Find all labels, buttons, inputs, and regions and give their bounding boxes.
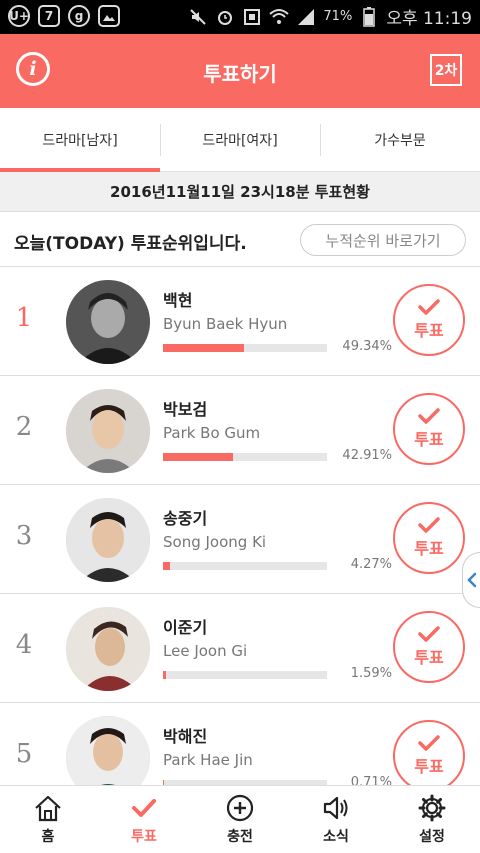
clock: 오후 11:19 [386,9,472,29]
home-icon [35,795,61,821]
vote-button[interactable]: 투표 [393,393,465,465]
vote-button-label: 투표 [414,430,444,449]
rank-number: 1 [15,303,33,333]
vote-progress-bar [163,344,327,352]
speaker-icon [323,796,348,819]
g-app-icon: g [68,5,90,27]
uplus-icon: U+ [8,5,30,27]
tab-drama-female[interactable]: 드라마[여자] [160,108,320,171]
nav-home-label: 홈 [41,828,55,845]
vote-button-label: 투표 [414,757,444,776]
nav-news[interactable]: 소식 [288,786,384,853]
vote-button-label: 투표 [414,321,444,340]
vote-button-label: 투표 [414,539,444,558]
candidate-row: 3 송중기 Song Joong Ki 4.27% 투표 [0,485,480,594]
ranking-title: 오늘(TODAY) 투표순위입니다. [14,234,247,254]
avatar [66,498,150,582]
candidate-name-ko: 박해진 [163,727,208,746]
vote-button[interactable]: 투표 [393,611,465,683]
ranking-header: 오늘(TODAY) 투표순위입니다. 누적순위 바로가기 [0,212,480,267]
mute-icon [188,7,208,27]
vote-progress-fill [163,453,234,461]
nav-charge-label: 충전 [227,828,253,845]
rank-number: 5 [15,739,33,769]
check-icon [418,408,440,424]
vote-percent: 49.34% [342,339,392,354]
plus-circle-icon [226,794,254,821]
nav-settings[interactable]: 설정 [384,786,480,853]
nav-news-label: 소식 [323,828,349,845]
status-system-icons: 71% 오후 11:19 [188,4,472,29]
candidate-name-en: Park Bo Gum [163,424,261,442]
candidate-row: 1 백현 Byun Baek Hyun 49.34% 투표 [0,267,480,376]
vote-button[interactable]: 투표 [393,720,465,792]
vote-button[interactable]: 투표 [393,284,465,356]
vote-progress-bar [163,453,327,461]
gallery-icon [98,5,120,27]
candidate-row: 4 이준기 Lee Joon Gi 1.59% 투표 [0,594,480,703]
page-title: 투표하기 [203,62,277,86]
vote-progress-fill [163,562,170,570]
gear-icon [418,794,446,821]
vote-progress-bar [163,671,327,679]
candidate-name-ko: 이준기 [163,618,208,637]
candidate-name-en: Byun Baek Hyun [163,315,288,333]
battery-icon [359,6,379,27]
vote-percent: 1.59% [350,666,392,681]
candidate-name-en: Song Joong Ki [163,533,267,551]
nav-home[interactable]: 홈 [0,786,96,853]
tab-singer[interactable]: 가수부문 [320,108,480,171]
status-notifications: U+ 7 g [8,5,120,27]
candidate-name-ko: 박보검 [163,400,208,419]
app-header: i 투표하기 2차 [0,34,480,108]
signal-icon [296,7,316,27]
bottom-navigation: 홈 투표 충전 소식 설정 [0,785,480,853]
vote-percent: 42.91% [342,448,392,463]
candidate-list: 1 백현 Byun Baek Hyun 49.34% 투표 2 박보검 Park… [0,267,480,812]
nav-charge[interactable]: 충전 [192,786,288,853]
check-icon [418,626,440,642]
nav-settings-label: 설정 [419,828,445,845]
nav-vote-label: 투표 [131,828,157,845]
vote-progress-fill [163,344,244,352]
app-notification-icon: 7 [38,5,60,27]
category-tabs: 드라마[남자] 드라마[여자] 가수부문 [0,108,480,172]
candidate-name-ko: 송중기 [163,509,208,528]
check-icon [418,517,440,533]
round-button[interactable]: 2차 [430,54,462,86]
cumulative-ranking-button[interactable]: 누적순위 바로가기 [300,224,466,256]
avatar [66,389,150,473]
vote-button-label: 투표 [414,648,444,667]
candidate-name-en: Park Hae Jin [163,751,253,769]
chevron-left-icon [466,572,476,588]
rank-number: 4 [15,630,33,660]
candidate-name-ko: 백현 [163,291,193,310]
vote-progress-fill [163,671,166,679]
vote-status-line: 2016년11월11일 23시18분 투표현황 [0,172,480,212]
avatar [66,280,150,364]
rank-number: 2 [15,412,33,442]
tab-drama-male[interactable]: 드라마[남자] [0,108,160,172]
side-drawer-handle[interactable] [462,552,480,608]
vote-progress-bar [163,562,327,570]
alarm-icon [215,7,235,27]
nfc-icon [242,7,262,27]
check-icon [418,299,440,315]
candidate-row: 2 박보검 Park Bo Gum 42.91% 투표 [0,376,480,485]
vote-button[interactable]: 투표 [393,502,465,574]
candidate-name-en: Lee Joon Gi [163,642,248,660]
check-icon [132,798,156,817]
vote-percent: 4.27% [350,557,392,572]
rank-number: 3 [15,521,33,551]
nav-vote[interactable]: 투표 [96,786,192,853]
avatar [66,607,150,691]
wifi-icon [269,7,290,27]
status-bar: U+ 7 g 71% 오후 11:19 [0,0,480,34]
battery-percent: 71% [323,9,353,24]
check-icon [418,735,440,751]
